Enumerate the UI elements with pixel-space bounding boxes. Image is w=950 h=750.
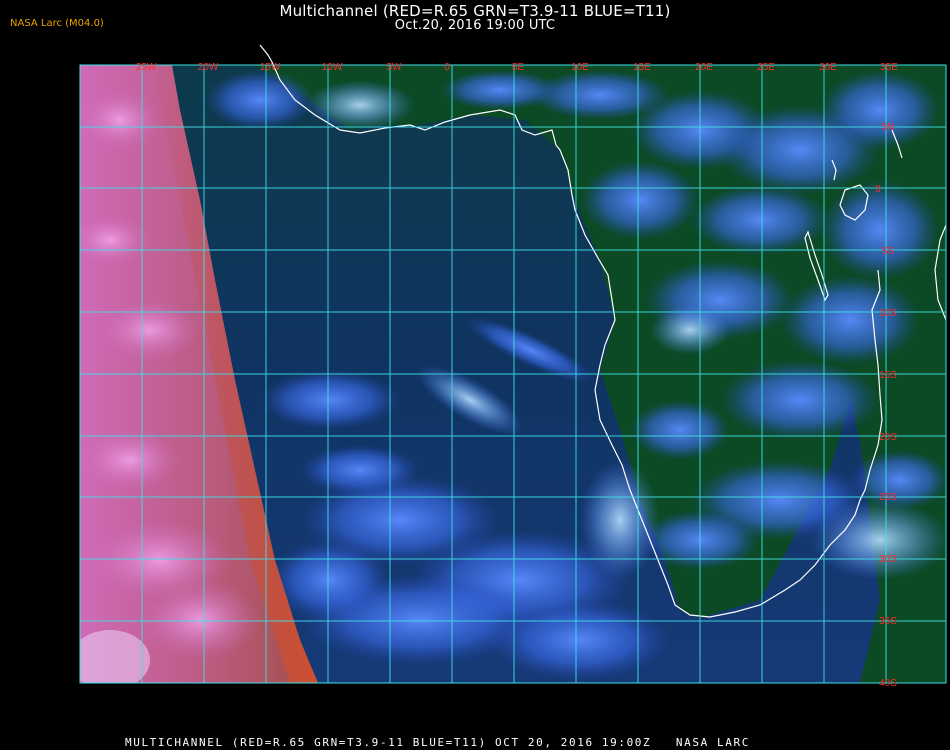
lon-label: 25E <box>757 62 775 73</box>
lon-label: 20E <box>695 62 713 73</box>
lon-label: 5W <box>387 62 403 73</box>
lat-label: 15S <box>879 370 897 381</box>
lon-label: 25W <box>136 62 157 73</box>
lat-label: 5S <box>882 246 895 257</box>
lat-label: 20S <box>879 432 897 443</box>
lon-label: 0 <box>444 62 450 73</box>
lon-label: 15E <box>633 62 651 73</box>
lon-label: 5E <box>512 62 525 73</box>
lon-label: 10W <box>322 62 343 73</box>
lon-label: 15W <box>260 62 281 73</box>
lat-label: 5N <box>882 122 895 133</box>
lon-label: 10E <box>571 62 589 73</box>
footer-caption: MULTICHANNEL (RED=R.65 GRN=T3.9-11 BLUE=… <box>125 736 750 749</box>
lon-label: 35E <box>880 62 898 73</box>
lon-label: 30E <box>819 62 837 73</box>
lat-label: 0 <box>875 184 881 195</box>
satellite-map: 25W 20W 15W 10W 5W 0 5E 10E 15E 20E 25E … <box>79 44 947 689</box>
lat-label: 30S <box>879 554 897 565</box>
lat-label: 35S <box>879 616 897 627</box>
lat-label: 10S <box>879 308 897 319</box>
lat-label: 40S <box>879 678 897 689</box>
lat-label: 25S <box>879 492 897 503</box>
lon-label: 20W <box>198 62 219 73</box>
